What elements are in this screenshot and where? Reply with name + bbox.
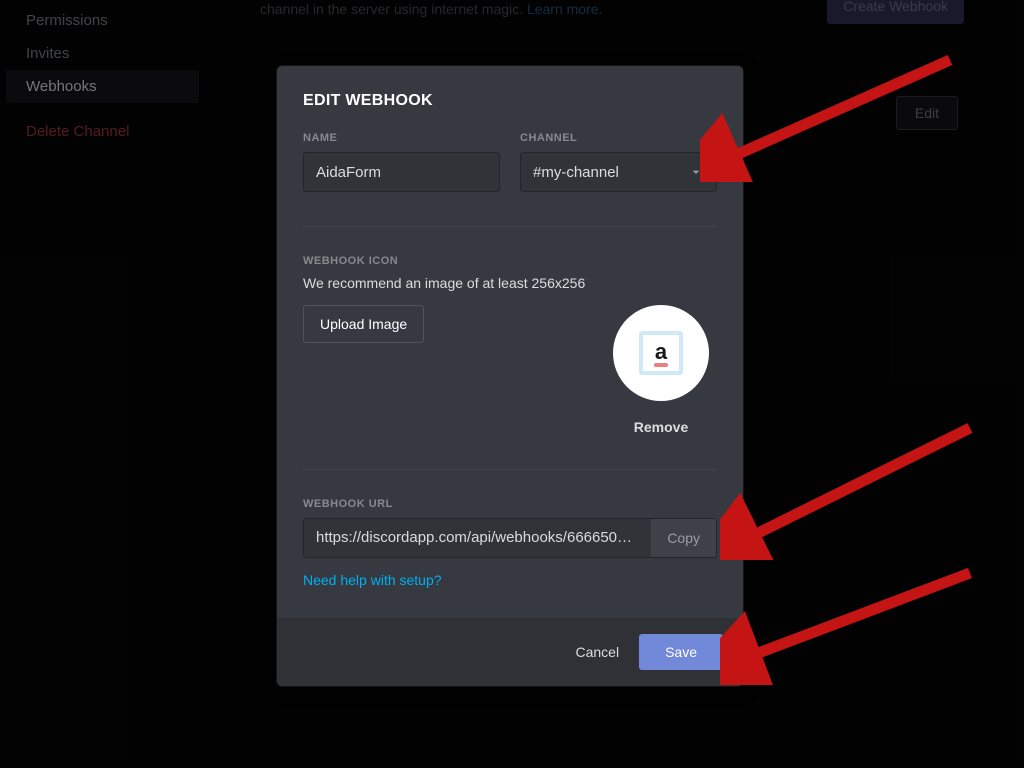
- remove-image-label: Remove: [634, 419, 688, 435]
- divider: [303, 226, 717, 227]
- help-link[interactable]: Need help with setup?: [303, 572, 442, 588]
- save-button[interactable]: Save: [639, 634, 723, 670]
- upload-image-button[interactable]: Upload Image: [303, 305, 424, 343]
- modal-title: EDIT WEBHOOK: [303, 92, 717, 110]
- webhook-url-label: WEBHOOK URL: [303, 498, 717, 510]
- copy-url-button[interactable]: Copy: [651, 518, 717, 558]
- webhook-url-field[interactable]: https://discordapp.com/api/webhooks/6666…: [303, 518, 651, 558]
- channel-selected-value: #my-channel: [533, 164, 619, 181]
- save-button-label: Save: [665, 644, 697, 660]
- copy-url-label: Copy: [667, 530, 700, 546]
- cancel-button-label: Cancel: [575, 644, 619, 660]
- cancel-button[interactable]: Cancel: [575, 644, 619, 660]
- channel-label: CHANNEL: [520, 132, 717, 144]
- channel-select[interactable]: #my-channel: [520, 152, 717, 192]
- avatar-underline: [654, 363, 668, 367]
- webhook-avatar[interactable]: a: [613, 305, 709, 401]
- avatar-letter: a: [655, 339, 667, 365]
- upload-image-label: Upload Image: [320, 316, 407, 332]
- avatar-icon: a: [639, 331, 683, 375]
- name-label: NAME: [303, 132, 500, 144]
- webhook-icon-description: We recommend an image of at least 256x25…: [303, 275, 717, 291]
- help-link-label: Need help with setup?: [303, 572, 442, 588]
- divider: [303, 469, 717, 470]
- remove-image-button[interactable]: Remove: [634, 419, 688, 435]
- edit-webhook-modal: EDIT WEBHOOK NAME CHANNEL #my-channel WE…: [277, 66, 743, 686]
- chevron-down-icon: [688, 164, 704, 180]
- webhook-icon-label: WEBHOOK ICON: [303, 255, 717, 267]
- name-input[interactable]: [303, 152, 500, 192]
- modal-footer: Cancel Save: [277, 618, 743, 686]
